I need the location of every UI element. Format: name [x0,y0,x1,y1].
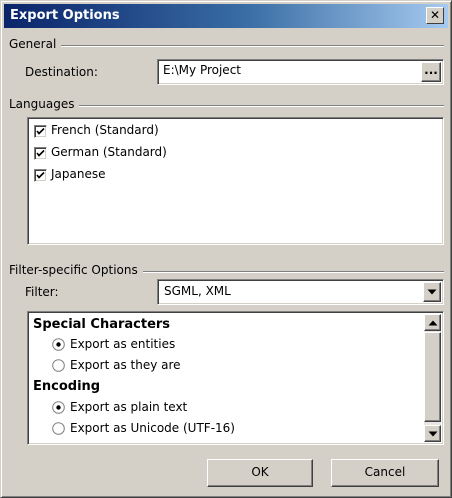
radio-selected-icon[interactable] [52,401,65,414]
french-checkbox[interactable] [34,125,47,138]
filter-dropdown-button[interactable] [423,282,441,302]
ok-button-label: OK [251,465,269,479]
german-checkbox[interactable] [34,147,47,160]
filter-selected-value: SGML, XML [164,284,231,298]
option-label: Export as Unicode (UTF-16) [70,421,235,435]
option-label: Export as plain text [70,400,188,414]
filter-label: Filter: [25,285,59,299]
destination-label: Destination: [25,65,98,79]
radio-unselected-icon[interactable] [52,359,65,372]
close-button[interactable]: ✕ [426,7,444,24]
scroll-up-button[interactable] [424,314,441,331]
filter-dropdown[interactable]: SGML, XML [157,279,444,305]
general-group-divider [9,45,444,47]
options-scrollbar[interactable] [424,314,441,442]
language-label: German (Standard) [51,145,167,159]
language-label: Japanese [51,167,106,181]
checkmark-icon [36,149,45,157]
window-title: Export Options [10,8,120,23]
language-label: French (Standard) [51,123,159,137]
languages-group-label: Languages [9,97,80,111]
radio-unselected-icon[interactable] [52,422,65,435]
encoding-heading: Encoding [33,379,101,394]
checkmark-icon [36,171,45,179]
export-options-dialog: Export Options ✕ General Destination: E:… [0,0,452,498]
cancel-button-label: Cancel [364,465,406,479]
chevron-down-icon [427,289,437,295]
general-group-label: General [9,37,62,51]
cancel-button[interactable]: Cancel [331,459,439,487]
filter-group-label: Filter-specific Options [9,263,143,277]
option-label: Export as entities [70,337,176,351]
languages-list[interactable]: French (Standard) German (Standard) Japa… [27,117,444,245]
japanese-checkbox[interactable] [34,169,47,182]
destination-field[interactable]: E:\My Project ... [157,59,444,85]
title-bar[interactable]: Export Options ✕ [4,4,448,28]
browse-button-label: ... [424,63,438,77]
scroll-thumb[interactable] [424,332,441,422]
option-label: Export as they are [70,358,181,372]
checkmark-icon [36,127,45,135]
destination-value: E:\My Project [163,63,241,77]
close-icon: ✕ [429,8,441,22]
scroll-up-arrow-icon [428,320,437,325]
special-characters-heading: Special Characters [33,317,171,332]
scroll-down-button[interactable] [424,425,441,442]
scroll-down-arrow-icon [428,431,437,436]
ok-button[interactable]: OK [207,459,313,487]
filter-options-panel: Special Characters Export as entities Ex… [27,311,444,445]
browse-button[interactable]: ... [421,62,441,82]
radio-selected-icon[interactable] [52,338,65,351]
